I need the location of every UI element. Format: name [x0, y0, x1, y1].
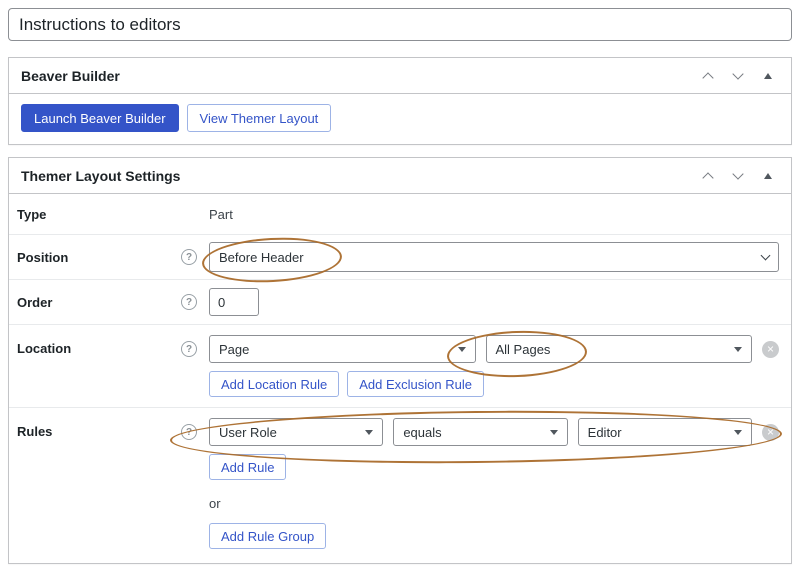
- add-rule-group-button[interactable]: Add Rule Group: [209, 523, 326, 549]
- rule-line: User Role equals Editor ×: [209, 418, 779, 446]
- type-value: Part: [209, 207, 233, 222]
- panel-handle-actions: [693, 61, 791, 91]
- triangle-down-icon: [458, 347, 466, 352]
- rules-row: Rules ? User Role equals: [9, 408, 791, 563]
- type-row: Type Part: [9, 194, 791, 235]
- position-value-cell: Before Header: [209, 235, 791, 279]
- order-value-cell: [209, 280, 791, 324]
- order-label: Order: [17, 295, 52, 310]
- triangle-down-icon: [550, 430, 558, 435]
- help-icon[interactable]: ?: [181, 341, 197, 357]
- rule-subject-select-value: User Role: [219, 425, 277, 440]
- panel-title: Themer Layout Settings: [21, 168, 180, 184]
- position-select[interactable]: Before Header: [209, 242, 779, 272]
- location-type-select-value: Page: [219, 342, 249, 357]
- move-down-button[interactable]: [723, 161, 753, 191]
- move-down-button[interactable]: [723, 61, 753, 91]
- location-label-cell: Location ?: [9, 335, 209, 397]
- beaver-builder-panel: Beaver Builder Launch Beaver Builder Vie…: [8, 57, 792, 145]
- rule-subject-select[interactable]: User Role: [209, 418, 383, 446]
- triangle-down-icon: [365, 430, 373, 435]
- rule-value-select-value: Editor: [588, 425, 622, 440]
- remove-rule-icon[interactable]: ×: [762, 424, 779, 441]
- add-rule-line: Add Rule: [209, 454, 779, 480]
- post-title-input[interactable]: [8, 8, 792, 41]
- location-buttons: Add Location Rule Add Exclusion Rule: [209, 371, 779, 397]
- add-exclusion-rule-button[interactable]: Add Exclusion Rule: [347, 371, 484, 397]
- themer-settings-panel: Themer Layout Settings Type Part Pos: [8, 157, 792, 564]
- beaver-builder-panel-body: Launch Beaver Builder View Themer Layout: [9, 94, 791, 144]
- help-icon[interactable]: ?: [181, 424, 197, 440]
- position-label: Position: [17, 250, 68, 265]
- move-up-button[interactable]: [693, 61, 723, 91]
- rules-label: Rules: [17, 424, 52, 439]
- chevron-down-icon: [732, 68, 743, 79]
- panel-handle-actions: [693, 161, 791, 191]
- admin-page: Beaver Builder Launch Beaver Builder Vie…: [0, 0, 800, 572]
- type-value-cell: Part: [209, 194, 791, 234]
- collapse-panel-button[interactable]: [753, 161, 783, 191]
- help-icon[interactable]: ?: [181, 249, 197, 265]
- triangle-down-icon: [734, 430, 742, 435]
- add-rule-group-line: Add Rule Group: [209, 523, 779, 549]
- location-label: Location: [17, 341, 71, 356]
- location-scope-select[interactable]: All Pages: [486, 335, 753, 363]
- triangle-up-icon: [764, 173, 772, 179]
- remove-location-rule-icon[interactable]: ×: [762, 341, 779, 358]
- order-row: Order ?: [9, 280, 791, 325]
- order-input[interactable]: [209, 288, 259, 316]
- launch-beaver-builder-button[interactable]: Launch Beaver Builder: [21, 104, 179, 132]
- location-type-select[interactable]: Page: [209, 335, 476, 363]
- rule-operator-select[interactable]: equals: [393, 418, 567, 446]
- help-icon[interactable]: ?: [181, 294, 197, 310]
- chevron-up-icon: [702, 172, 713, 183]
- add-rule-button[interactable]: Add Rule: [209, 454, 286, 480]
- location-row: Location ? Page All Pages ×: [9, 325, 791, 408]
- location-value-cell: Page All Pages × Add Location Rule Add E…: [209, 335, 791, 397]
- triangle-up-icon: [764, 73, 772, 79]
- collapse-panel-button[interactable]: [753, 61, 783, 91]
- triangle-down-icon: [734, 347, 742, 352]
- order-label-cell: Order ?: [9, 280, 209, 324]
- chevron-up-icon: [702, 72, 713, 83]
- panel-title: Beaver Builder: [21, 68, 120, 84]
- position-label-cell: Position ?: [9, 235, 209, 279]
- type-label-cell: Type: [9, 194, 209, 234]
- or-separator-label: or: [209, 496, 779, 511]
- rules-label-cell: Rules ?: [9, 418, 209, 549]
- move-up-button[interactable]: [693, 161, 723, 191]
- rule-value-select[interactable]: Editor: [578, 418, 752, 446]
- beaver-builder-panel-header: Beaver Builder: [9, 58, 791, 94]
- add-location-rule-button[interactable]: Add Location Rule: [209, 371, 339, 397]
- position-row: Position ? Before Header: [9, 235, 791, 280]
- type-label: Type: [17, 207, 46, 222]
- position-select-value: Before Header: [219, 250, 304, 265]
- location-scope-select-value: All Pages: [496, 342, 551, 357]
- chevron-down-icon: [761, 251, 771, 261]
- chevron-down-icon: [732, 168, 743, 179]
- rules-value-cell: User Role equals Editor ×: [209, 418, 791, 549]
- themer-settings-panel-header: Themer Layout Settings: [9, 158, 791, 194]
- location-rule-line: Page All Pages ×: [209, 335, 779, 363]
- rule-operator-select-value: equals: [403, 425, 441, 440]
- themer-settings-table: Type Part Position ? Before Header: [9, 194, 791, 563]
- view-themer-layout-button[interactable]: View Themer Layout: [187, 104, 332, 132]
